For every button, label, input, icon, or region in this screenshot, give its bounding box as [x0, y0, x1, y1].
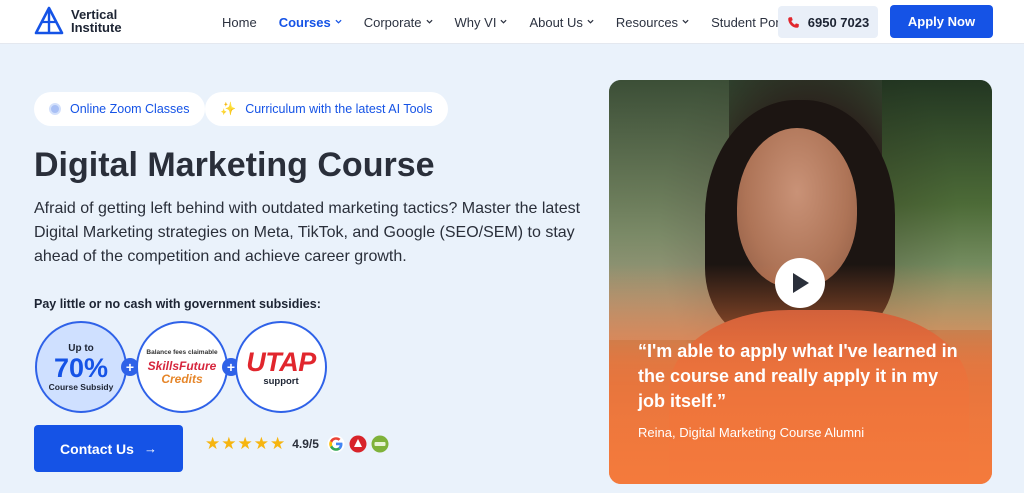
- star-rating: ★ ★ ★ ★ ★: [205, 434, 286, 454]
- chevron-down-icon: [425, 19, 433, 24]
- subsidy-percent: 70%: [53, 352, 109, 383]
- testimonial-quote: “I'm able to apply what I've learned in …: [638, 341, 958, 411]
- logo[interactable]: Vertical Institute: [34, 6, 122, 36]
- review-badge-red-icon: [349, 435, 367, 453]
- nav-item-why-vi[interactable]: Why VI: [455, 15, 508, 30]
- testimonial-author: Reina, Digital Marketing Course Alumni: [638, 425, 865, 440]
- pill-online-zoom-label: Online Zoom Classes: [70, 102, 190, 116]
- skillsfuture-line-1: SkillsFuture: [147, 358, 217, 373]
- skillsfuture-note: Balance fees claimable: [146, 348, 218, 356]
- play-icon: [793, 273, 809, 293]
- dot-icon: [49, 103, 61, 115]
- apply-now-button[interactable]: Apply Now: [890, 5, 993, 38]
- subsidy-up-to: Up to: [68, 342, 94, 354]
- phone-button[interactable]: 6950 7023: [778, 6, 878, 38]
- utap-logo-text: UTAP: [246, 346, 316, 377]
- course-subsidy-badge: Up to 70% Course Subsidy: [35, 321, 127, 413]
- star-icon: ★: [253, 434, 269, 453]
- star-icon: ★: [237, 434, 253, 453]
- contact-us-label: Contact Us: [60, 440, 134, 457]
- chevron-down-icon: [335, 19, 342, 24]
- skillsfuture-badge: Balance fees claimable SkillsFuture Cred…: [136, 321, 228, 413]
- pill-online-zoom: Online Zoom Classes: [34, 92, 205, 126]
- testimonial-video[interactable]: “I'm able to apply what I've learned in …: [609, 80, 992, 484]
- nav-item-label: Corporate: [363, 14, 422, 30]
- main-nav: Home Courses Corporate Why VI About Us Resour…: [222, 0, 815, 44]
- phone-icon: [787, 16, 799, 28]
- google-icon: [327, 435, 345, 453]
- logo-text: Vertical Institute: [71, 8, 122, 34]
- nav-item-label: Why VI: [454, 14, 497, 30]
- nav-item-home[interactable]: Home: [222, 15, 257, 30]
- subsidy-label: Pay little or no cash with government su…: [34, 297, 321, 311]
- phone-number: 6950 7023: [807, 14, 870, 30]
- utap-badge: UTAP support: [235, 321, 327, 413]
- rating-row: ★ ★ ★ ★ ★ 4.9/5: [205, 434, 393, 454]
- course-description: Afraid of getting left behind with outda…: [34, 200, 581, 265]
- site-header: Vertical Institute Home Courses Corporate W…: [0, 0, 1024, 44]
- nav-item-resources[interactable]: Resources: [616, 15, 689, 30]
- chevron-down-icon: [682, 19, 689, 24]
- star-icon: ★: [221, 434, 237, 453]
- nav-item-label: Courses: [278, 14, 331, 30]
- star-icon: ★: [270, 434, 286, 453]
- nav-item-label: Home: [222, 14, 257, 30]
- star-icon: ★: [205, 434, 221, 453]
- pill-ai-tools-label: Curriculum with the latest AI Tools: [245, 102, 433, 116]
- sparkle-icon: ✨: [220, 101, 237, 116]
- contact-us-button[interactable]: Contact Us →: [34, 425, 183, 472]
- logo-line-2: Institute: [71, 20, 122, 35]
- pill-ai-tools: ✨ Curriculum with the latest AI Tools: [205, 92, 448, 126]
- review-badge-green-icon: [371, 435, 389, 453]
- play-button[interactable]: [775, 258, 825, 308]
- subsidy-caption: Course Subsidy: [48, 381, 114, 392]
- nav-item-label: About Us: [529, 14, 583, 30]
- nav-item-courses[interactable]: Courses: [279, 15, 342, 30]
- nav-item-label: Resources: [615, 14, 679, 30]
- skillsfuture-line-2: Credits: [161, 371, 203, 386]
- arrow-right-icon: →: [143, 441, 157, 456]
- rating-score: 4.9/5: [292, 437, 319, 451]
- nav-item-corporate[interactable]: Corporate: [364, 15, 433, 30]
- chevron-down-icon: [500, 19, 507, 24]
- nav-item-about-us[interactable]: About Us: [529, 14, 594, 30]
- utap-caption: support: [263, 375, 299, 387]
- chevron-down-icon: [587, 19, 594, 24]
- page-title: Digital Marketing Course: [34, 146, 435, 184]
- logo-triangle-icon: [34, 6, 64, 35]
